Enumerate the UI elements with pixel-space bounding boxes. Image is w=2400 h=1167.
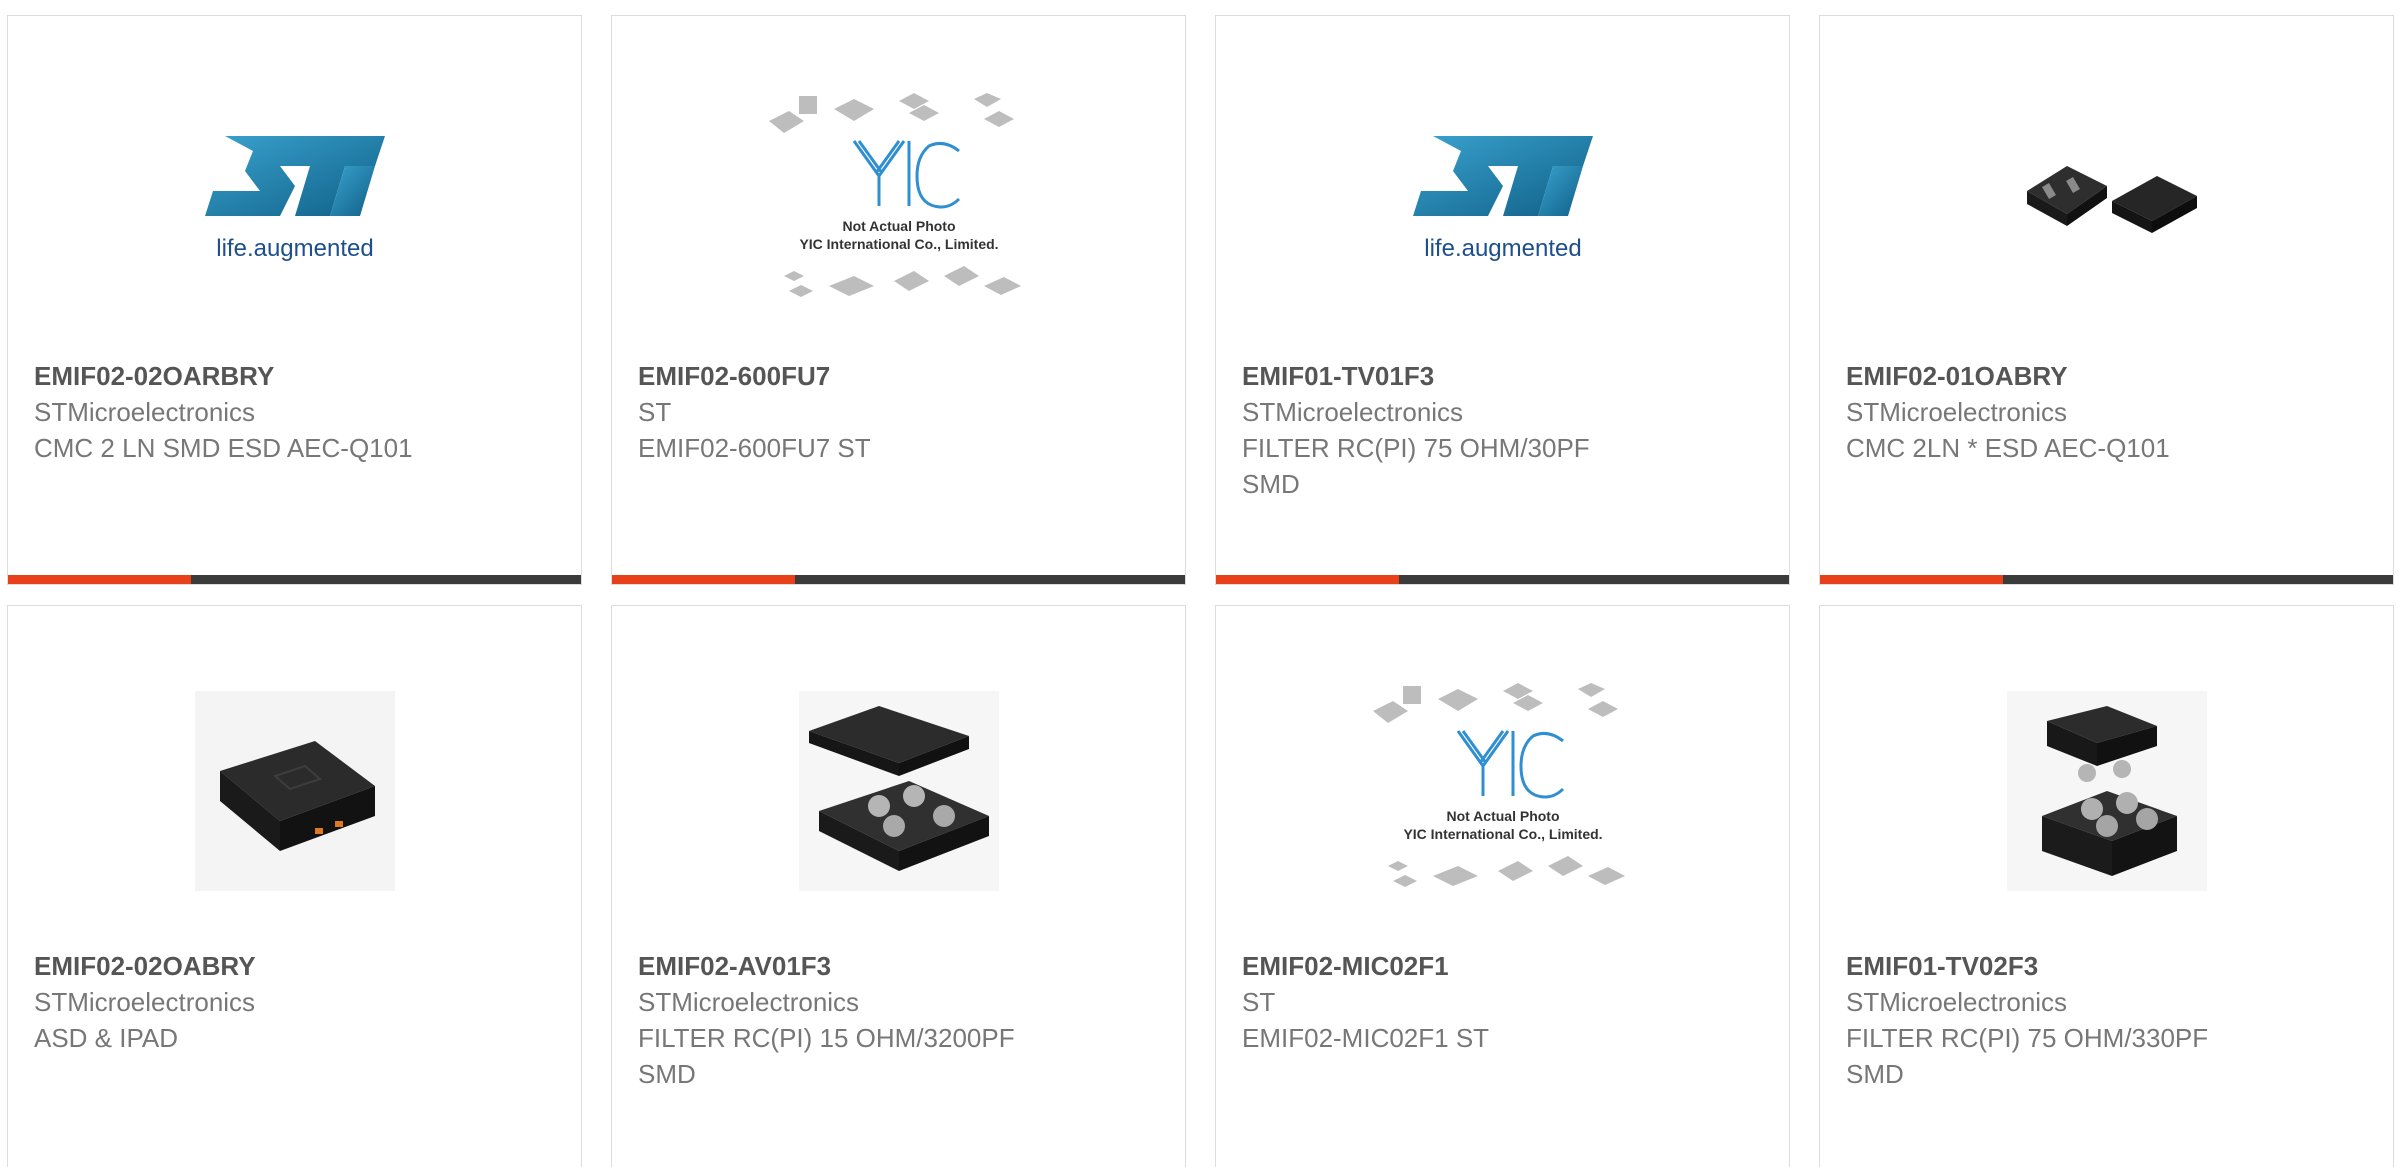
placeholder-photo-icon: Not Actual Photo YIC International Co., … xyxy=(1372,683,1625,887)
product-card[interactable]: EMIF02-01OABRY STMicroelectronics CMC 2L… xyxy=(1819,15,2394,585)
card-footer-bar xyxy=(612,575,1185,584)
description-cont: SMD xyxy=(1846,1059,1904,1089)
part-number[interactable]: EMIF02-AV01F3 xyxy=(638,948,1165,984)
product-image[interactable] xyxy=(1820,76,2393,326)
product-card[interactable]: Not Actual Photo YIC International Co., … xyxy=(611,15,1186,585)
product-image[interactable] xyxy=(8,666,581,916)
manufacturer: ST xyxy=(1242,987,1276,1017)
part-number[interactable]: EMIF02-600FU7 xyxy=(638,358,1165,394)
placeholder-photo-icon: Not Actual Photo YIC International Co., … xyxy=(768,93,1021,297)
part-number[interactable]: EMIF01-TV01F3 xyxy=(1242,358,1769,394)
description: EMIF02-600FU7 ST xyxy=(638,433,871,463)
product-grid: life.augmented EMIF02-02OARBRY STMicroel… xyxy=(0,0,2400,1167)
description-cont: SMD xyxy=(638,1059,696,1089)
product-card[interactable]: life.augmented EMIF02-02OARBRY STMicroel… xyxy=(7,15,582,585)
product-card[interactable]: Not Actual Photo YIC International Co., … xyxy=(1215,605,1790,1167)
chip-photo-icon xyxy=(798,691,999,891)
part-number[interactable]: EMIF02-01OABRY xyxy=(1846,358,2373,394)
product-image[interactable]: Not Actual Photo YIC International Co., … xyxy=(612,76,1185,326)
chip-photo-icon xyxy=(194,691,395,891)
manufacturer: ST xyxy=(638,397,672,427)
description-cont: SMD xyxy=(1242,469,1300,499)
product-image[interactable] xyxy=(1820,666,2393,916)
svg-text:YIC International Co., Limited: YIC International Co., Limited. xyxy=(799,236,998,252)
chip-photo-icon xyxy=(2026,166,2197,233)
product-card[interactable]: EMIF02-02OABRY STMicroelectronics ASD & … xyxy=(7,605,582,1167)
product-image[interactable]: life.augmented xyxy=(8,76,581,326)
part-number[interactable]: EMIF02-MIC02F1 xyxy=(1242,948,1769,984)
svg-text:life.augmented: life.augmented xyxy=(1424,235,1581,262)
svg-text:Not Actual Photo: Not Actual Photo xyxy=(1446,808,1559,824)
svg-text:life.augmented: life.augmented xyxy=(216,235,373,262)
svg-text:YIC International Co., Limited: YIC International Co., Limited. xyxy=(1403,826,1602,842)
manufacturer: STMicroelectronics xyxy=(1846,397,2068,427)
description: ASD & IPAD xyxy=(34,1023,179,1053)
card-footer-bar xyxy=(1216,575,1789,584)
manufacturer: STMicroelectronics xyxy=(638,987,860,1017)
part-number[interactable]: EMIF02-02OARBRY xyxy=(34,358,561,394)
description: CMC 2LN * ESD AEC-Q101 xyxy=(1846,433,2170,463)
card-footer-bar xyxy=(8,575,581,584)
part-number[interactable]: EMIF02-02OABRY xyxy=(34,948,561,984)
manufacturer: STMicroelectronics xyxy=(1846,987,2068,1017)
description: FILTER RC(PI) 15 OHM/3200PF xyxy=(638,1023,1015,1053)
product-image[interactable]: Not Actual Photo YIC International Co., … xyxy=(1216,666,1789,916)
st-logo-icon: life.augmented xyxy=(204,136,385,262)
manufacturer: STMicroelectronics xyxy=(1242,397,1464,427)
description: EMIF02-MIC02F1 ST xyxy=(1242,1023,1490,1053)
part-number[interactable]: EMIF01-TV02F3 xyxy=(1846,948,2373,984)
description: FILTER RC(PI) 75 OHM/330PF xyxy=(1846,1023,2209,1053)
product-card[interactable]: EMIF02-AV01F3 STMicroelectronics FILTER … xyxy=(611,605,1186,1167)
card-footer-bar xyxy=(1820,575,2393,584)
svg-text:Not Actual Photo: Not Actual Photo xyxy=(842,218,955,234)
product-image[interactable] xyxy=(612,666,1185,916)
product-card[interactable]: EMIF01-TV02F3 STMicroelectronics FILTER … xyxy=(1819,605,2394,1167)
manufacturer: STMicroelectronics xyxy=(34,987,256,1017)
product-image[interactable]: life.augmented xyxy=(1216,76,1789,326)
description: CMC 2 LN SMD ESD AEC-Q101 xyxy=(34,433,413,463)
st-logo-icon: life.augmented xyxy=(1412,136,1593,262)
manufacturer: STMicroelectronics xyxy=(34,397,256,427)
description: FILTER RC(PI) 75 OHM/30PF xyxy=(1242,433,1590,463)
product-card[interactable]: life.augmented EMIF01-TV01F3 STMicroelec… xyxy=(1215,15,1790,585)
chip-photo-icon xyxy=(2006,691,2207,891)
